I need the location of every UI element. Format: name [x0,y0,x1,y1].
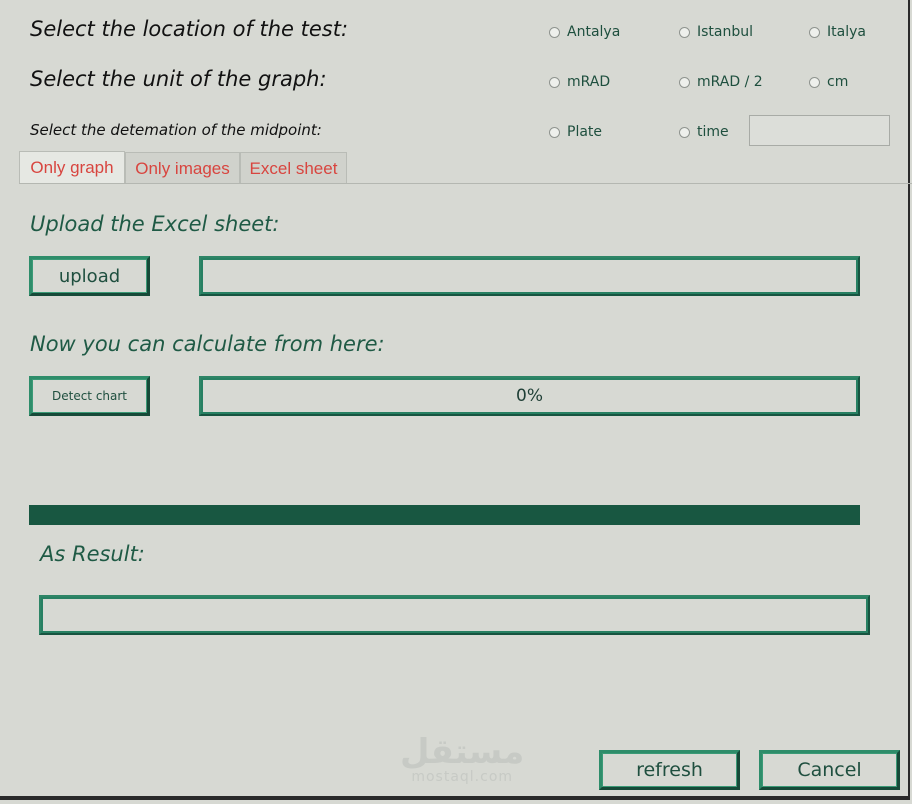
radio-unit-cm[interactable]: cm [809,74,848,90]
upload-title: Upload the Excel sheet: [30,212,280,236]
radio-unit-mrad-half[interactable]: mRAD / 2 [679,74,763,90]
result-title: As Result: [40,542,145,566]
radio-label: cm [827,74,849,90]
radio-unit-mrad[interactable]: mRAD [549,74,610,90]
unit-label: Select the unit of the graph: [30,67,327,91]
radio-circle-icon [549,126,560,138]
separator-bar [29,505,860,525]
upload-button[interactable]: upload [29,256,150,296]
result-field[interactable] [39,595,870,635]
mostaql-watermark: مستقل mostaql.com [400,735,524,785]
radio-label: mRAD [567,74,611,90]
location-label: Select the location of the test: [30,17,349,41]
radio-circle-icon [679,76,690,88]
progress-bar: 0% [199,376,860,416]
tab-excel-sheet[interactable]: Excel sheet [240,152,347,184]
radio-circle-icon [679,126,690,138]
radio-label: Istanbul [697,24,754,40]
app-window: Select the location of the test: Select … [0,0,912,800]
tab-only-images[interactable]: Only images [125,152,240,184]
upload-path-field[interactable] [199,256,860,296]
midpoint-label: Select the detemation of the midpoint: [30,121,322,139]
tab-divider [19,183,912,184]
radio-circle-icon [809,76,820,88]
radio-location-antalya[interactable]: Antalya [549,24,620,40]
watermark-arabic: مستقل [400,732,525,772]
radio-location-istanbul[interactable]: Istanbul [679,24,753,40]
progress-text: 0% [516,386,543,406]
calculate-title: Now you can calculate from here: [30,332,385,356]
watermark-latin: mostaql.com [411,769,514,785]
radio-label: Plate [567,124,603,140]
radio-location-italya[interactable]: Italya [809,24,866,40]
cancel-button[interactable]: Cancel [759,750,900,790]
radio-midpoint-time[interactable]: time [679,124,729,140]
radio-label: mRAD / 2 [697,74,763,90]
refresh-button[interactable]: refresh [599,750,740,790]
midpoint-time-input[interactable] [749,115,890,146]
radio-circle-icon [549,76,560,88]
radio-label: Antalya [567,24,621,40]
tab-only-graph[interactable]: Only graph [19,151,125,184]
radio-label: time [697,124,729,140]
radio-circle-icon [549,26,560,38]
radio-circle-icon [679,26,690,38]
radio-midpoint-plate[interactable]: Plate [549,124,602,140]
detect-chart-button[interactable]: Detect chart [29,376,150,416]
radio-circle-icon [809,26,820,38]
radio-label: Italya [827,24,866,40]
